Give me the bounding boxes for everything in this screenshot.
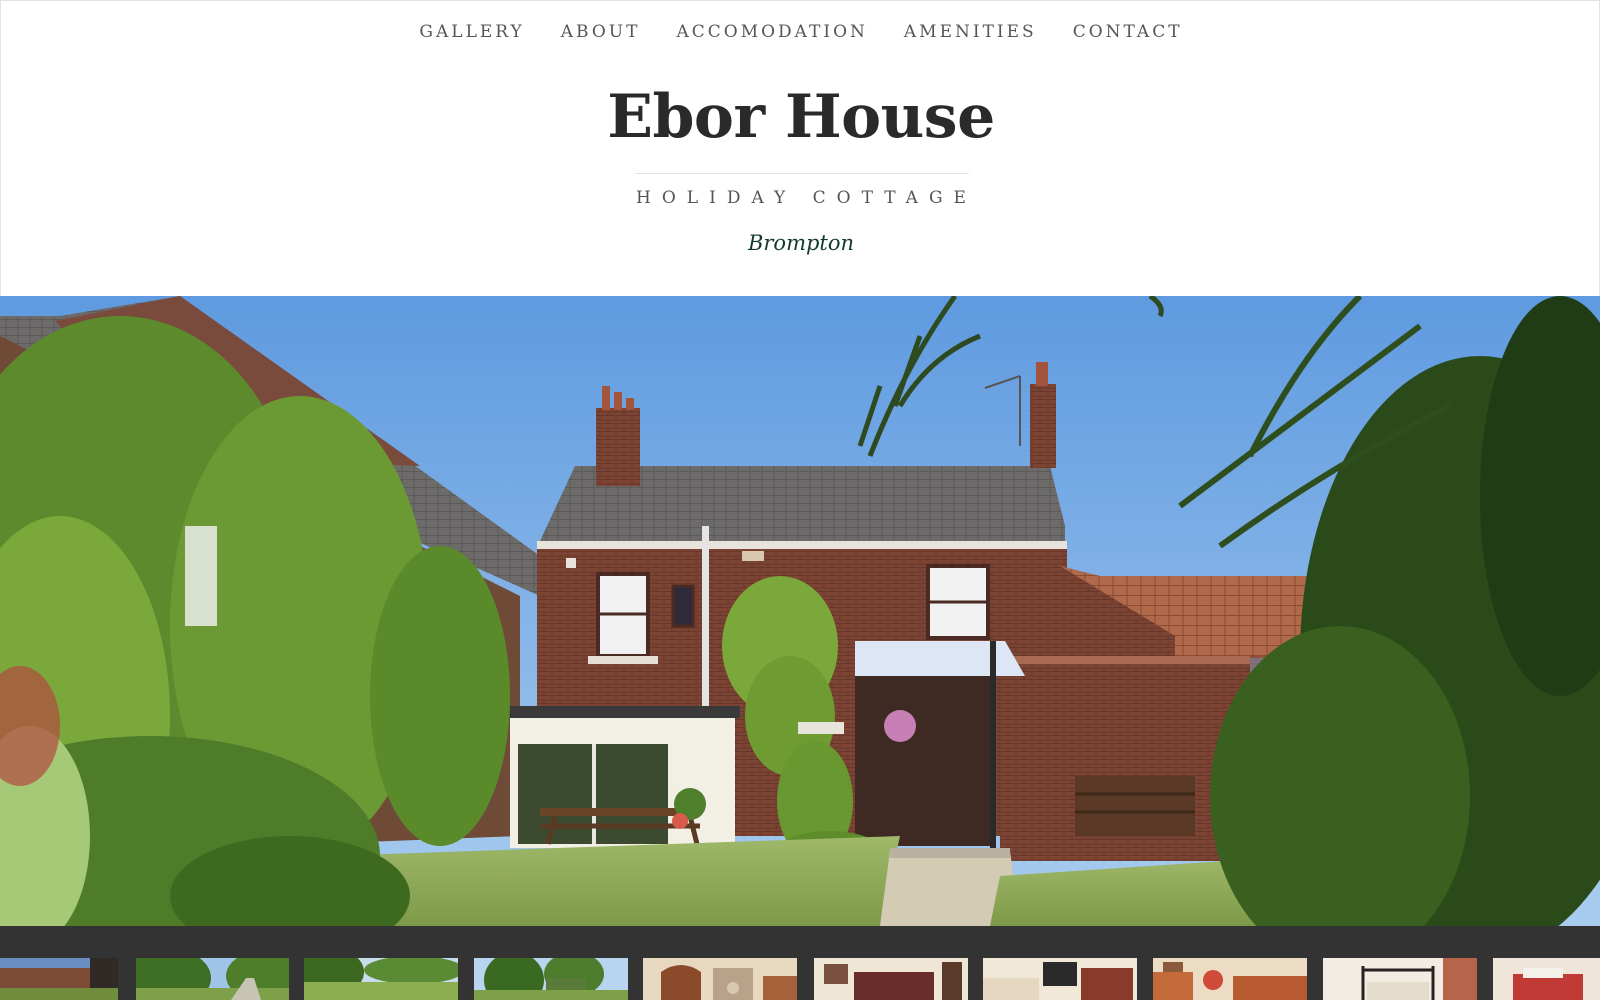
thumbnail-7[interactable] bbox=[983, 958, 1137, 1000]
site-title[interactable]: Ebor House bbox=[1, 79, 1600, 155]
thumb-dining-table-icon bbox=[814, 958, 968, 1000]
thumbnail-1[interactable] bbox=[0, 958, 118, 1000]
thumbnail-10[interactable] bbox=[1493, 958, 1600, 1000]
thumbnail-strip bbox=[0, 926, 1600, 1000]
nav-contact[interactable]: CONTACT bbox=[1073, 20, 1183, 44]
nav-amenities[interactable]: AMENITIES bbox=[904, 20, 1037, 44]
thumbnail-9[interactable] bbox=[1323, 958, 1477, 1000]
thumbnail-2[interactable] bbox=[136, 958, 289, 1000]
thumb-exterior-icon bbox=[0, 958, 118, 1000]
site-tagline: HOLIDAY COTTAGE bbox=[636, 188, 977, 208]
hero-image bbox=[0, 296, 1600, 926]
nav-accomodation[interactable]: ACCOMODATION bbox=[676, 20, 867, 44]
main-nav: GALLERY ABOUT ACCOMODATION AMENITIES CON… bbox=[1, 20, 1600, 44]
thumb-sofa-room-icon bbox=[1153, 958, 1307, 1000]
title-divider bbox=[635, 173, 969, 174]
thumbnail-6[interactable] bbox=[814, 958, 968, 1000]
nav-about[interactable]: ABOUT bbox=[561, 20, 641, 44]
site-header: GALLERY ABOUT ACCOMODATION AMENITIES CON… bbox=[0, 0, 1600, 296]
thumb-bedroom-red-icon bbox=[1493, 958, 1600, 1000]
hero-photo-house-garden-icon bbox=[0, 296, 1600, 926]
thumb-dining-room-icon bbox=[643, 958, 797, 1000]
site-location: Brompton bbox=[747, 231, 855, 255]
thumb-lawn-icon bbox=[304, 958, 458, 1000]
thumb-lounge-icon bbox=[983, 958, 1137, 1000]
nav-gallery[interactable]: GALLERY bbox=[419, 20, 524, 44]
thumb-bedroom-icon bbox=[1323, 958, 1477, 1000]
thumb-trees-icon bbox=[474, 958, 628, 1000]
thumb-garden-path-icon bbox=[136, 958, 289, 1000]
thumbnail-8[interactable] bbox=[1153, 958, 1307, 1000]
thumbnail-3[interactable] bbox=[304, 958, 458, 1000]
thumbnail-5[interactable] bbox=[643, 958, 797, 1000]
thumbnail-4[interactable] bbox=[474, 958, 628, 1000]
